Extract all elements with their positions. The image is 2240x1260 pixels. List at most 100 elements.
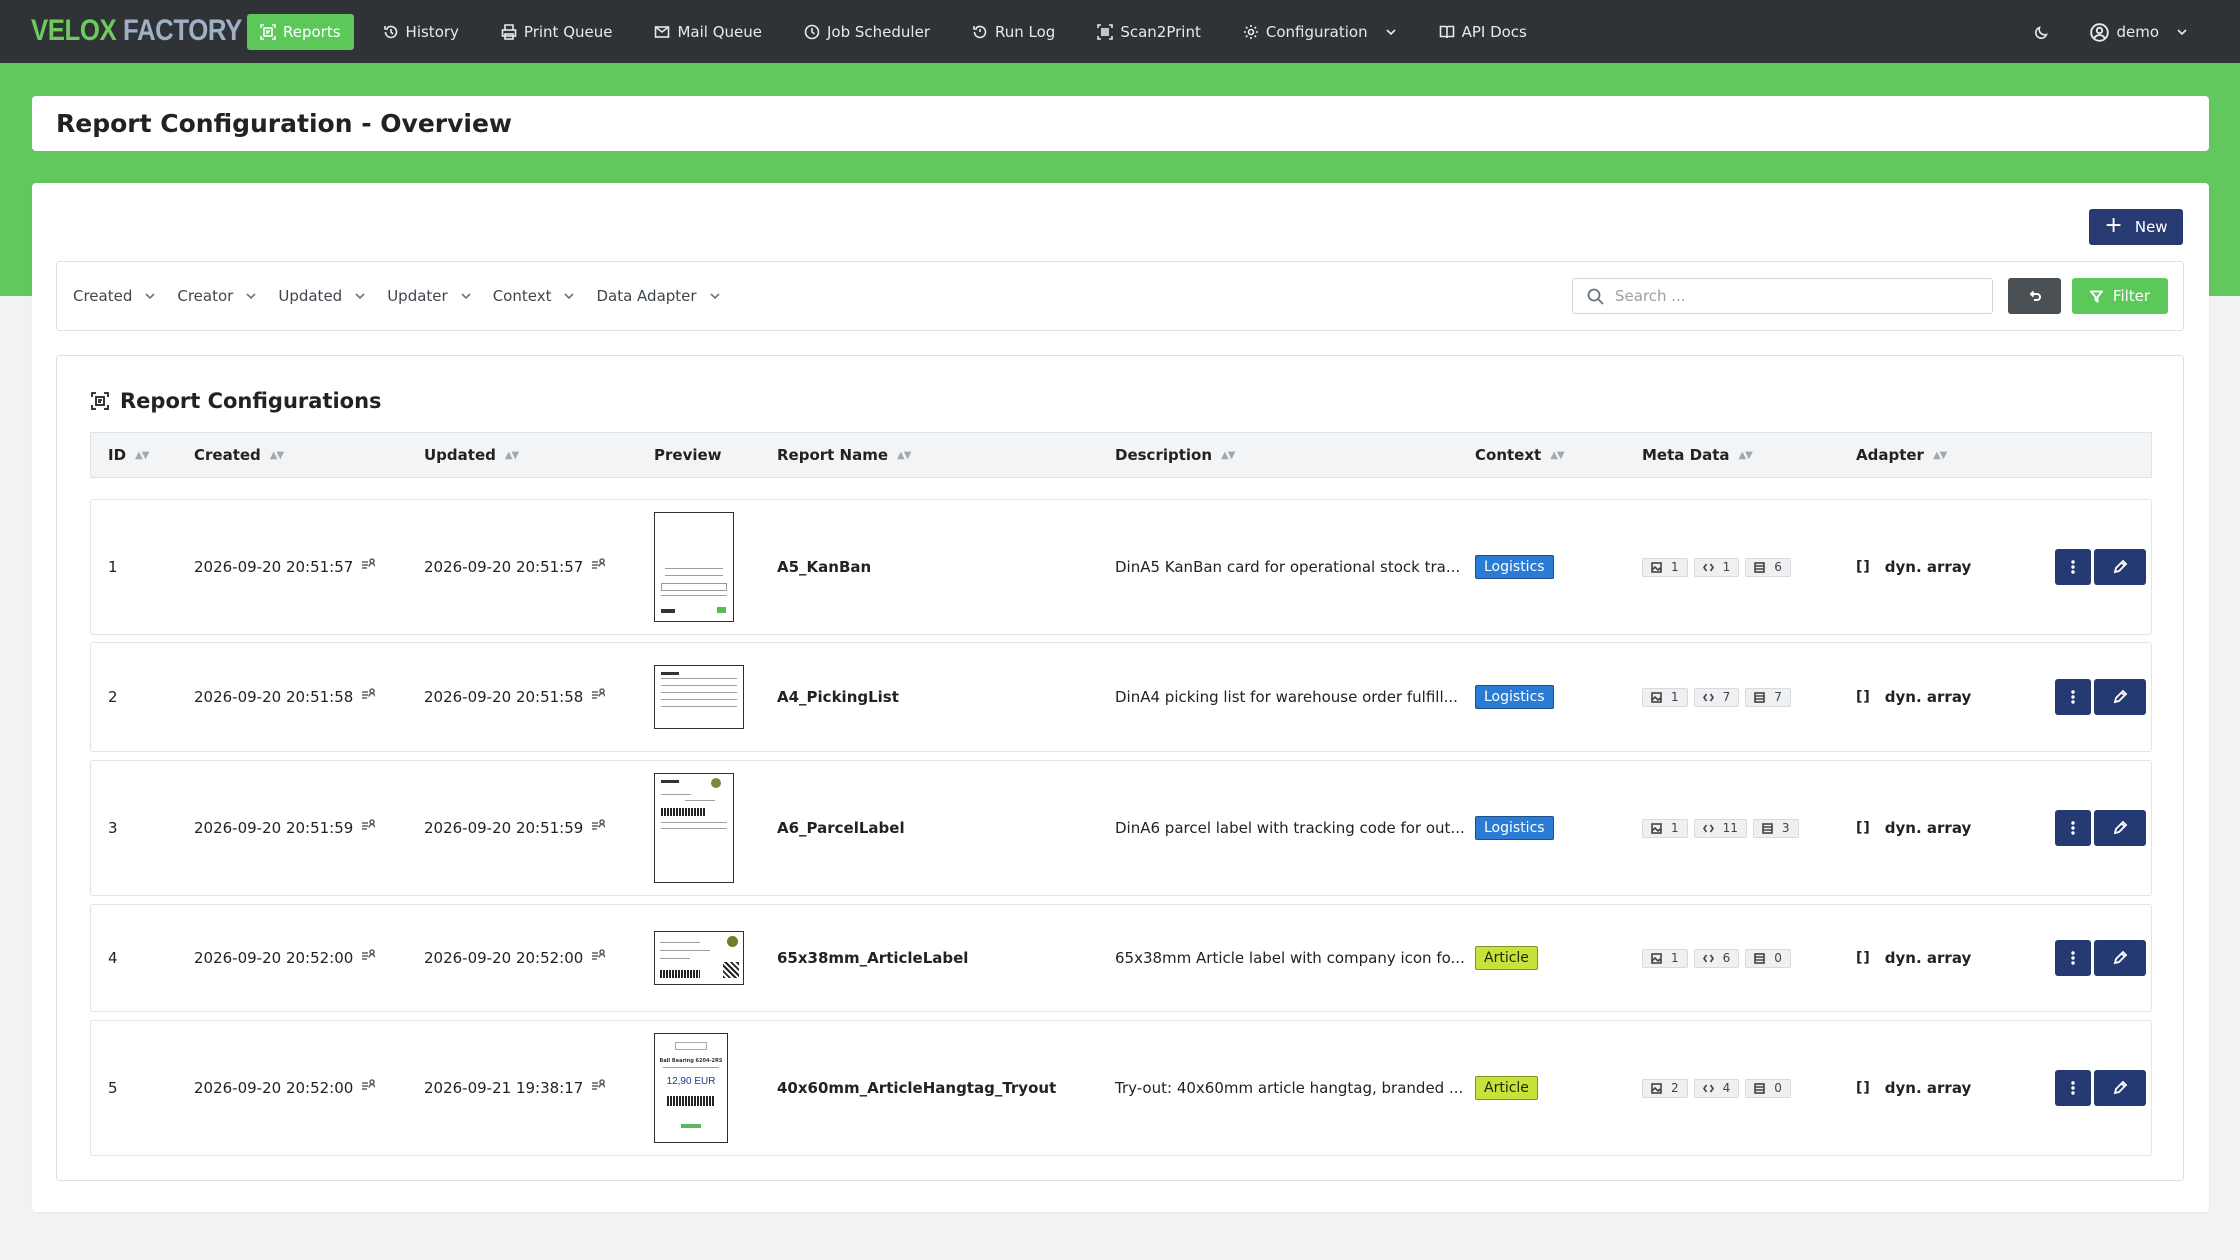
report-preview-thumbnail[interactable]	[654, 512, 734, 622]
filter-context[interactable]: Context	[493, 287, 576, 305]
top-navbar: VELOX FACTORY Reports History Print Queu…	[0, 0, 2240, 63]
report-preview-thumbnail[interactable]: Ball Bearing 6204-2RS 12,90 EUR	[654, 1033, 728, 1143]
edit-button[interactable]	[2094, 679, 2146, 715]
plus-icon: +	[2104, 213, 2123, 238]
image-icon	[1651, 1082, 1662, 1094]
cell-report-name[interactable]: 40x60mm_ArticleHangtag_Tryout	[777, 1021, 1056, 1155]
edit-button[interactable]	[2094, 810, 2146, 846]
context-badge: Logistics	[1475, 555, 1554, 579]
array-brackets-icon: []	[1856, 559, 1871, 575]
cell-created: 2026-09-20 20:51:59	[194, 761, 376, 895]
table-row[interactable]: 3 2026-09-20 20:51:59 2026-09-20 20:51:59 A…	[90, 760, 2152, 896]
sort-icon: ▲▼	[504, 449, 519, 461]
row-actions-button[interactable]	[2055, 940, 2091, 976]
user-timestamp-icon	[592, 819, 606, 830]
pencil-icon	[2113, 820, 2128, 835]
edit-button[interactable]	[2094, 940, 2146, 976]
user-menu[interactable]: demo	[2084, 14, 2194, 50]
cell-report-name[interactable]: 65x38mm_ArticleLabel	[777, 905, 968, 1011]
column-header-created[interactable]: Created ▲▼	[194, 433, 284, 477]
printer-icon	[501, 24, 517, 40]
nav-item-configuration[interactable]: Configuration	[1230, 14, 1410, 50]
report-preview-thumbnail[interactable]	[654, 665, 744, 729]
meta-tables-chip: 7	[1745, 687, 1791, 707]
nav-item-print-queue[interactable]: Print Queue	[488, 14, 626, 50]
reset-filter-button[interactable]	[2008, 278, 2061, 314]
column-header-context[interactable]: Context ▲▼	[1475, 433, 1565, 477]
filter-created[interactable]: Created	[73, 287, 156, 305]
cell-updated: 2026-09-20 20:52:00	[424, 905, 606, 1011]
row-actions-button[interactable]	[2055, 549, 2091, 585]
meta-tables-chip: 0	[1745, 1078, 1791, 1098]
nav-item-mail-queue[interactable]: Mail Queue	[641, 14, 775, 50]
nav-item-run-log[interactable]: Run Log	[959, 14, 1068, 50]
table-row[interactable]: 2 2026-09-20 20:51:58 2026-09-20 20:51:58 A…	[90, 642, 2152, 752]
edit-button[interactable]	[2094, 1070, 2146, 1106]
cell-report-name[interactable]: A5_KanBan	[777, 500, 871, 634]
column-header-meta-data[interactable]: Meta Data ▲▼	[1642, 433, 1753, 477]
table-row[interactable]: 4 2026-09-20 20:52:00 2026-09-20 20:52:00 6…	[90, 904, 2152, 1012]
array-brackets-icon: []	[1856, 1080, 1871, 1096]
cell-adapter: [] dyn. array	[1856, 558, 1972, 576]
chevron-down-icon	[564, 293, 575, 300]
user-timestamp-icon	[362, 819, 376, 830]
context-badge: Article	[1475, 1076, 1538, 1100]
meta-images-chip: 2	[1642, 1078, 1688, 1098]
cell-report-name[interactable]: A4_PickingList	[777, 643, 899, 751]
undo-icon	[2029, 290, 2041, 301]
array-brackets-icon: []	[1856, 950, 1871, 966]
image-icon	[1651, 561, 1662, 573]
report-preview-thumbnail[interactable]	[654, 931, 744, 985]
column-header-updated[interactable]: Updated ▲▼	[424, 433, 519, 477]
column-header-report-name[interactable]: Report Name ▲▼	[777, 433, 911, 477]
cell-description: DinA4 picking list for warehouse order f…	[1115, 688, 1458, 706]
book-icon	[1439, 25, 1454, 39]
cell-description: 65x38mm Article label with company icon …	[1115, 949, 1465, 967]
cell-adapter: [] dyn. array	[1856, 1079, 1972, 1097]
report-preview-thumbnail[interactable]	[654, 773, 734, 883]
column-header-description[interactable]: Description ▲▼	[1115, 433, 1235, 477]
cell-created: 2026-09-20 20:52:00	[194, 1021, 376, 1155]
meta-images-chip: 1	[1642, 557, 1688, 577]
cell-created: 2026-09-20 20:51:57	[194, 500, 376, 634]
filter-updated[interactable]: Updated	[278, 287, 366, 305]
row-actions-button[interactable]	[2055, 1070, 2091, 1106]
cell-id: 3	[108, 819, 118, 837]
filter-button[interactable]: Filter	[2072, 278, 2168, 314]
nav-item-job-scheduler[interactable]: Job Scheduler	[791, 14, 943, 50]
more-vertical-icon	[2071, 560, 2075, 574]
chevron-down-icon	[461, 293, 471, 300]
filter-creator[interactable]: Creator	[177, 287, 257, 305]
row-actions-button[interactable]	[2055, 810, 2091, 846]
new-button[interactable]: + New	[2089, 209, 2183, 245]
column-header-adapter[interactable]: Adapter ▲▼	[1856, 433, 1947, 477]
code-icon	[1702, 954, 1714, 962]
nav-item-scan2print[interactable]: Scan2Print	[1084, 14, 1214, 50]
edit-button[interactable]	[2094, 549, 2146, 585]
nav-item-api-docs[interactable]: API Docs	[1426, 14, 1540, 50]
user-timestamp-icon	[362, 1079, 376, 1090]
report-table-card: Report Configurations ID ▲▼ Created ▲▼ Upd…	[56, 355, 2184, 1181]
thumbnail-title: Ball Bearing 6204-2RS	[659, 1058, 723, 1064]
nav-item-history[interactable]: History	[370, 14, 472, 50]
cell-context: Article	[1475, 905, 1538, 1011]
row-actions-button[interactable]	[2055, 679, 2091, 715]
reports-icon	[91, 392, 109, 410]
cell-adapter: [] dyn. array	[1856, 819, 1972, 837]
table-row[interactable]: 1 2026-09-20 20:51:57 2026-09-20 20:51:57 A…	[90, 499, 2152, 635]
nav-item-reports[interactable]: Reports	[247, 14, 354, 50]
filter-updater[interactable]: Updater	[387, 287, 472, 305]
meta-code-chip: 7	[1693, 687, 1740, 707]
search-input[interactable]	[1615, 287, 1975, 305]
user-timestamp-icon	[592, 949, 606, 960]
user-timestamp-icon	[592, 558, 606, 569]
cell-report-name[interactable]: A6_ParcelLabel	[777, 761, 905, 895]
table-row[interactable]: 5 2026-09-20 20:52:00 2026-09-21 19:38:17 B…	[90, 1020, 2152, 1156]
filter-data-adapter[interactable]: Data Adapter	[596, 287, 720, 305]
table-icon	[1762, 822, 1773, 834]
column-header-id[interactable]: ID ▲▼	[108, 433, 149, 477]
theme-toggle[interactable]	[2028, 14, 2056, 50]
brand-logo[interactable]: VELOX FACTORY	[31, 14, 242, 48]
mail-icon	[655, 26, 670, 38]
user-timestamp-icon	[592, 1079, 606, 1090]
